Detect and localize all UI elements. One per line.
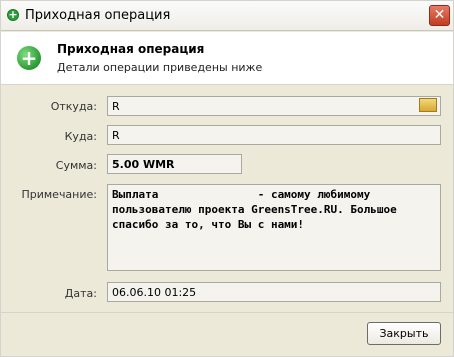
plus-circle-icon: + xyxy=(7,8,19,21)
date-field[interactable]: 06.06.10 01:25 xyxy=(107,282,441,302)
sum-label: Сумма: xyxy=(55,159,97,172)
sum-field[interactable]: 5.00 WMR xyxy=(107,154,242,174)
plus-circle-icon: + xyxy=(17,46,41,70)
close-window-button[interactable]: ✕ xyxy=(429,5,450,26)
note-field[interactable]: Выплата - самому любимому пользователю п… xyxy=(107,184,441,271)
to-label: Куда: xyxy=(64,130,97,143)
from-label: Откуда: xyxy=(50,100,97,113)
operation-dialog: + Приходная операция ✕ + Приходная опера… xyxy=(0,0,454,357)
title-bar: + Приходная операция ✕ xyxy=(1,1,453,31)
header-subtitle: Детали операции приведены ниже xyxy=(57,61,263,74)
from-field[interactable]: R xyxy=(107,96,441,116)
window-title: Приходная операция xyxy=(25,8,171,23)
footer-divider xyxy=(1,312,453,313)
close-button[interactable]: Закрыть xyxy=(367,322,441,345)
note-label: Примечание: xyxy=(21,188,97,201)
to-field[interactable]: R xyxy=(107,125,441,145)
dialog-header: + Приходная операция Детали операции при… xyxy=(1,32,453,85)
folder-icon[interactable] xyxy=(419,98,437,112)
date-label: Дата: xyxy=(64,287,97,300)
header-title: Приходная операция xyxy=(57,42,205,56)
